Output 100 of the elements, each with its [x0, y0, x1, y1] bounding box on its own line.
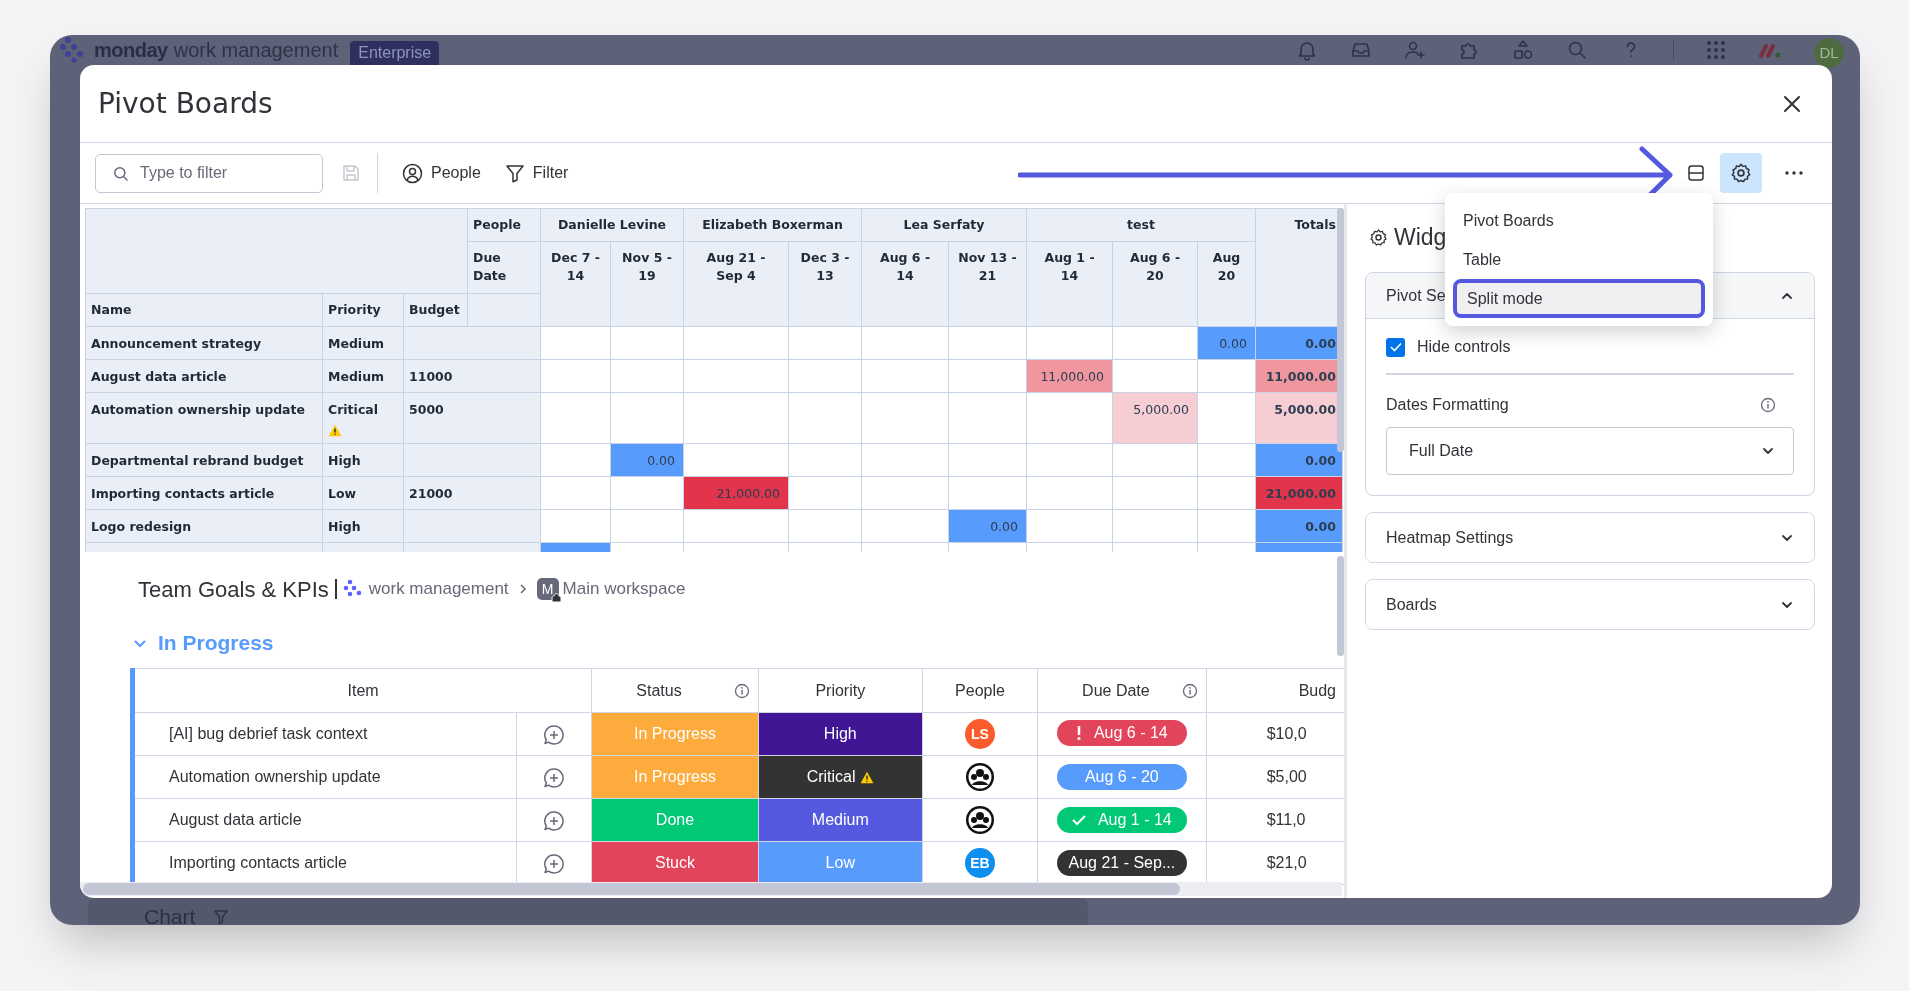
row-header-cell: High: [322, 443, 404, 477]
row-header-cell: 5000: [403, 392, 541, 444]
column-header-cell: Aug 20: [1197, 241, 1256, 327]
add-update-icon[interactable]: [543, 809, 566, 832]
group-header-cell: Elizabeth Boxerman: [683, 208, 862, 242]
menu-item[interactable]: Table: [1453, 240, 1705, 279]
budget-value: $10,0: [1266, 725, 1307, 742]
group-header-cell: test: [1026, 208, 1256, 242]
scrollbar[interactable]: [1337, 208, 1344, 452]
add-update-icon[interactable]: [543, 852, 566, 875]
info-icon[interactable]: [733, 682, 750, 699]
filter-icon: [504, 163, 525, 183]
split-view-icon[interactable]: [1686, 163, 1706, 183]
column-header-cell: Aug 1 - 14: [1026, 241, 1113, 327]
dialog-title: Pivot Boards: [98, 85, 273, 122]
row-header-cell: 11000: [403, 359, 541, 393]
add-update-icon[interactable]: [543, 723, 566, 746]
priority-label[interactable]: High: [758, 712, 923, 756]
dropdown[interactable]: Full Date: [1386, 427, 1794, 475]
heatmap-cell: 11,000.00: [1026, 359, 1113, 393]
product-icon: [342, 579, 363, 599]
avatar-icon[interactable]: [965, 805, 995, 835]
column-header[interactable]: Status: [636, 678, 682, 703]
budget-value: $11,0: [1266, 811, 1306, 828]
column-header[interactable]: Budg: [1298, 678, 1336, 703]
field-label: Dates Formatting: [1386, 395, 1509, 415]
warning-icon: [328, 424, 342, 437]
chevron-right-icon: [518, 583, 527, 595]
heatmap-cell: 0.00: [610, 443, 684, 477]
item-name[interactable]: [AI] bug debrief task context: [169, 725, 368, 742]
header-cell: Priority: [322, 293, 404, 327]
scrollbar[interactable]: [1337, 556, 1344, 656]
row-header-cell: Medium: [322, 326, 404, 360]
date-pill[interactable]: Aug 6 - 14: [1056, 720, 1187, 746]
settings-button[interactable]: [1720, 153, 1762, 193]
section-title[interactable]: Pivot Se: [1386, 283, 1446, 308]
filter-button[interactable]: Filter: [496, 155, 577, 191]
total-cell: 21,000.00: [1255, 476, 1343, 510]
scrollbar[interactable]: [83, 883, 1180, 895]
info-icon[interactable]: [1760, 397, 1776, 413]
add-update-icon[interactable]: [543, 766, 566, 789]
header-cell: Due Date: [467, 241, 541, 294]
column-header-cell: Aug 6 - 14: [861, 241, 949, 327]
column-header-cell: Aug 6 - 20: [1112, 241, 1198, 327]
heatmap-cell: 0.00: [1197, 326, 1256, 360]
date-pill[interactable]: Aug 21 - Sep...: [1056, 850, 1187, 876]
row-header-cell: Announcement strategy: [85, 326, 323, 360]
heatmap-cell: 0.00: [948, 509, 1027, 543]
header-cell: People: [467, 208, 541, 242]
row-header-cell: Automation ownership update: [85, 392, 323, 444]
breadcrumb-link[interactable]: Main workspace: [562, 576, 686, 602]
column-header-cell: Dec 3 - 13: [788, 241, 862, 327]
workspace-icon: M: [536, 578, 559, 600]
check-icon: [1389, 342, 1402, 352]
search-icon: [113, 165, 129, 182]
close-icon: [1783, 94, 1801, 113]
budget-value: $21,0: [1266, 854, 1307, 871]
priority-label[interactable]: Medium: [758, 798, 923, 842]
board-title: Team Goals & KPIs: [138, 575, 329, 604]
row-header-cell: Low: [322, 476, 404, 510]
section-title[interactable]: Heatmap Settings: [1386, 525, 1514, 550]
column-header[interactable]: Item: [347, 678, 379, 703]
menu-item[interactable]: Split mode: [1453, 279, 1705, 318]
person-icon: [402, 162, 423, 184]
menu-item[interactable]: Pivot Boards: [1453, 201, 1705, 240]
alert-icon: [1075, 725, 1082, 741]
info-icon[interactable]: [1181, 682, 1198, 699]
settings-icon: [1730, 162, 1752, 184]
item-name[interactable]: Importing contacts article: [169, 854, 347, 871]
settings-icon[interactable]: [1369, 227, 1388, 247]
breadcrumb-link[interactable]: work management: [368, 576, 509, 602]
row-header-cell: Critical: [322, 392, 404, 444]
total-cell: 0.00: [1255, 443, 1343, 477]
brand-icon: [1758, 41, 1782, 59]
item-name[interactable]: August data article: [169, 811, 302, 828]
row-header-cell: 21000: [403, 476, 541, 510]
panel-title: Widg: [1394, 222, 1447, 252]
group-header-cell: Lea Serfaty: [861, 208, 1027, 242]
checkbox[interactable]: [1386, 337, 1405, 357]
row-header-cell: August data article: [85, 359, 323, 393]
group-header-cell: Danielle Levine: [540, 208, 684, 242]
more-icon: [1785, 171, 1803, 175]
column-header-cell: Aug 21 - Sep 4: [683, 241, 789, 327]
column-header-cell: Dec 7 - 14: [540, 241, 611, 327]
row-header-cell: Logo redesign: [85, 509, 323, 543]
search-field[interactable]: Type to filter: [95, 153, 323, 193]
heatmap-cell: 21,000.00: [683, 476, 789, 510]
column-header-cell: Nov 13 - 21: [948, 241, 1027, 327]
header-cell: Name: [85, 293, 323, 327]
row-header-cell: Departmental rebrand budget: [85, 443, 323, 477]
avatar-icon[interactable]: [965, 762, 995, 792]
checkbox-label: Hide controls: [1417, 337, 1511, 357]
person-filter-button[interactable]: People: [394, 155, 489, 191]
row-header-cell: High: [322, 509, 404, 543]
check-icon: [1071, 814, 1086, 826]
section-title[interactable]: Boards: [1386, 592, 1437, 617]
column-header[interactable]: Priority: [815, 678, 866, 703]
header-cell: Budget: [403, 293, 468, 327]
total-cell: 0.00: [1255, 509, 1343, 543]
priority-label[interactable]: Critical: [758, 755, 923, 799]
